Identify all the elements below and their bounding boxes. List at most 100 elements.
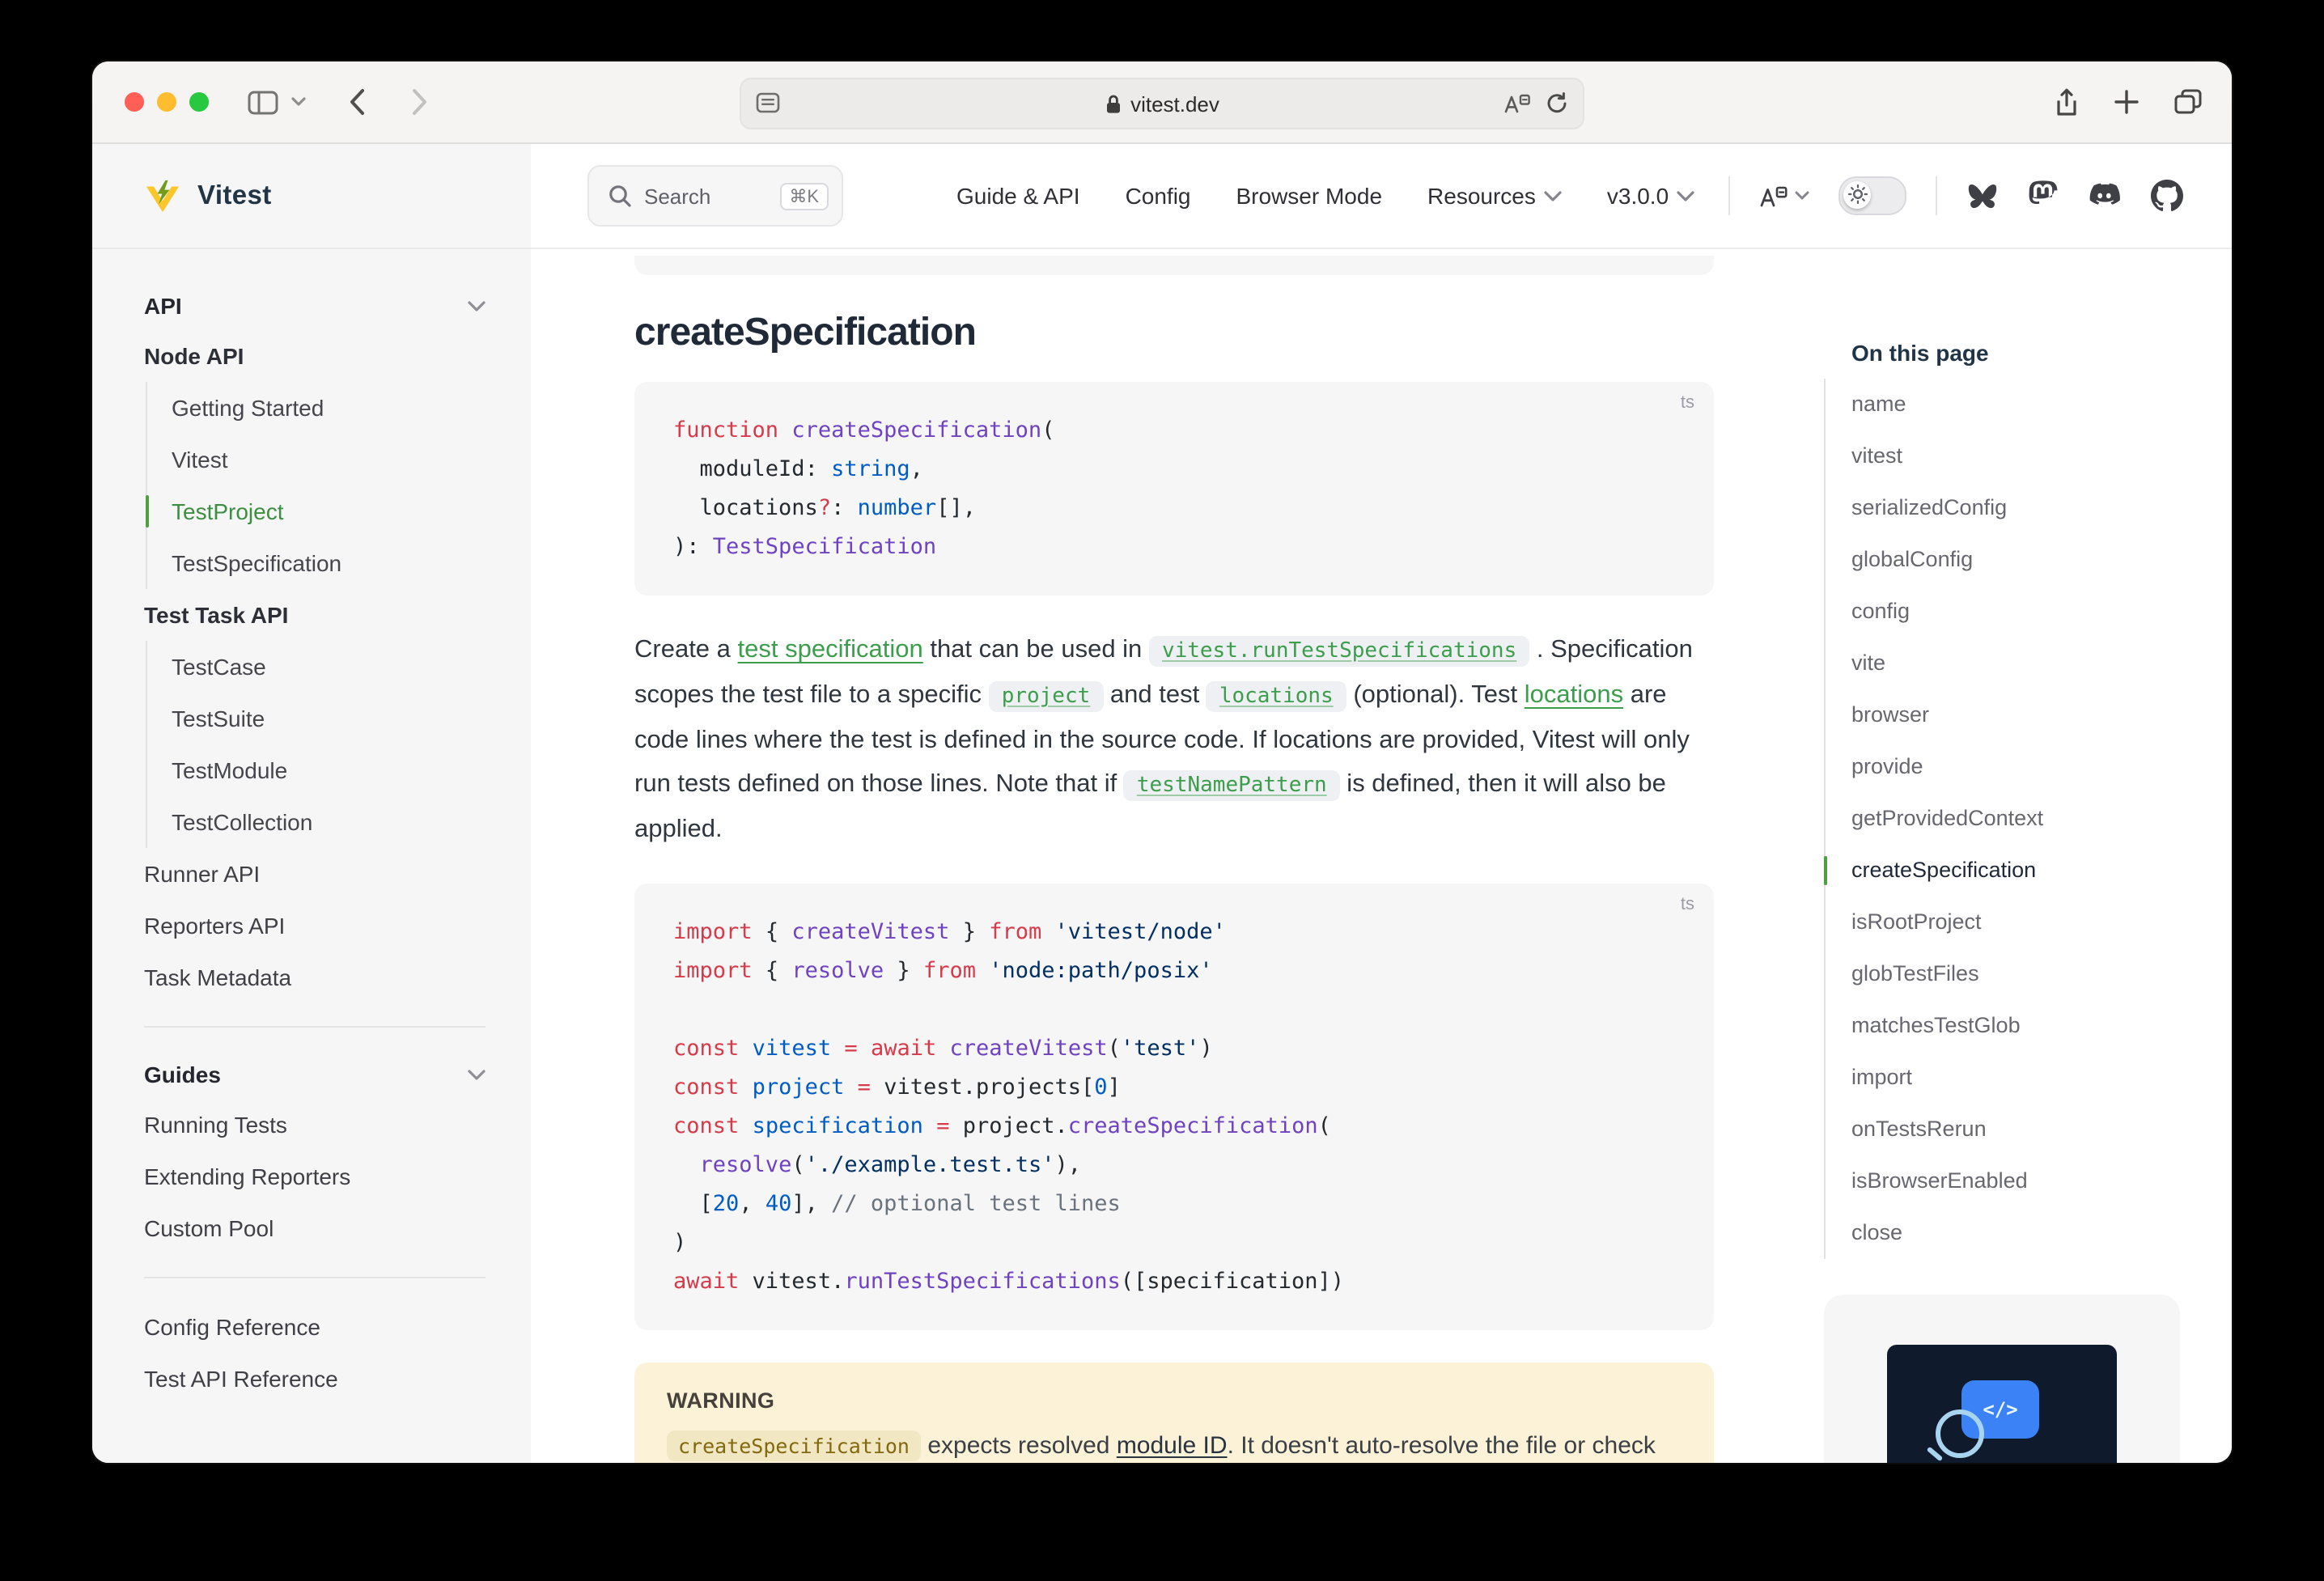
language-menu-button[interactable]: [1759, 184, 1809, 208]
sidebar-menu-chevron[interactable]: [291, 97, 306, 107]
forward-button[interactable]: [411, 87, 429, 117]
new-tab-button[interactable]: [2114, 89, 2140, 115]
sidebar-section-label: API: [144, 293, 182, 319]
sidebar-item-testcollection[interactable]: TestCollection: [172, 796, 486, 848]
sidebar-item-testproject[interactable]: TestProject: [172, 485, 486, 537]
nav-link-resources[interactable]: Resources: [1427, 183, 1562, 209]
sidebar-section-api[interactable]: API: [144, 282, 486, 330]
code-line: const specification = project.createSpec…: [673, 1107, 1675, 1146]
code-lang-label: ts: [1681, 393, 1694, 413]
discord-icon: [2088, 183, 2122, 209]
github-icon: [2151, 180, 2183, 212]
sidebar-toggle-button[interactable]: [248, 90, 278, 114]
sidebar-item-custom-pool[interactable]: Custom Pool: [144, 1202, 486, 1254]
outline-item-browser[interactable]: browser: [1851, 689, 2232, 741]
outline-list: namevitestserializedConfigglobalConfigco…: [1824, 379, 2232, 1259]
sidebar-item-extending-reporters[interactable]: Extending Reporters: [144, 1151, 486, 1202]
outline-item-globalconfig[interactable]: globalConfig: [1851, 534, 2232, 586]
sidebar-item-runner-api[interactable]: Runner API: [144, 848, 486, 900]
outline-item-createspecification[interactable]: createSpecification: [1851, 845, 2232, 896]
sidebar-item-testmodule[interactable]: TestModule: [172, 744, 486, 796]
text-segment: Create a: [634, 636, 738, 663]
sidebar-section-label: Guides: [144, 1062, 221, 1087]
outline-item-name[interactable]: name: [1851, 379, 2232, 430]
outline-item-matchestestglob[interactable]: matchesTestGlob: [1851, 1000, 2232, 1052]
outline-item-config[interactable]: config: [1851, 586, 2232, 638]
sidebar-section-guides[interactable]: Guides: [144, 1050, 486, 1099]
close-window-button[interactable]: [125, 92, 144, 112]
outline-item-globtestfiles[interactable]: globTestFiles: [1851, 948, 2232, 1000]
nav-link-label: Guide & API: [956, 183, 1080, 209]
page-settings-button[interactable]: [756, 92, 780, 113]
github-link[interactable]: [2151, 180, 2183, 212]
sidebar-item-node-api[interactable]: Node API: [144, 330, 486, 382]
discord-link[interactable]: [2088, 183, 2122, 209]
outline-item-vitest[interactable]: vitest: [1851, 430, 2232, 482]
page-title: createSpecification: [634, 311, 1714, 356]
outline-item-isrootproject[interactable]: isRootProject: [1851, 896, 2232, 948]
outline-item-vite[interactable]: vite: [1851, 638, 2232, 689]
back-button[interactable]: [348, 87, 366, 117]
share-button[interactable]: [2054, 87, 2080, 117]
translate-icon: [1503, 92, 1531, 115]
inline-link[interactable]: project: [989, 681, 1104, 712]
outline-item-isbrowserenabled[interactable]: isBrowserEnabled: [1851, 1155, 2232, 1207]
sidebar-item-reporters-api[interactable]: Reporters API: [144, 900, 486, 952]
main-area: Search ⌘K Guide & API Config Browser Mode R…: [531, 144, 2232, 1463]
divider: [1728, 176, 1730, 215]
outline-item-ontestsrerun[interactable]: onTestsRerun: [1851, 1104, 2232, 1155]
sidebar-item-task-metadata[interactable]: Task Metadata: [144, 952, 486, 1003]
search-button[interactable]: Search ⌘K: [587, 165, 843, 227]
inline-link[interactable]: module ID: [1117, 1432, 1228, 1460]
browser-window: vitest.dev: [92, 61, 2232, 1463]
sidebar-item-testcase[interactable]: TestCase: [172, 641, 486, 693]
sidebar-item-test-task-api[interactable]: Test Task API: [144, 589, 486, 641]
inline-link[interactable]: test specification: [738, 636, 923, 663]
outline-item-import[interactable]: import: [1851, 1052, 2232, 1104]
tab-overview-button[interactable]: [2173, 89, 2203, 115]
text-segment: (optional). Test: [1346, 681, 1525, 709]
code-line: ): [673, 1223, 1675, 1262]
bluesky-link[interactable]: [1966, 182, 1999, 210]
sidebar-nav: API Node APIGetting StartedVitestTestProj…: [92, 249, 531, 1453]
code-line: import { resolve } from 'node:path/posix…: [673, 952, 1675, 990]
sidebar-icon: [248, 90, 278, 114]
text-segment: expects resolved: [921, 1432, 1117, 1460]
zoom-window-button[interactable]: [189, 92, 209, 112]
article: createSpecification ts function createSp…: [634, 249, 1714, 1463]
sidebar-item-testspecification[interactable]: TestSpecification: [172, 537, 486, 589]
lock-icon: [1105, 93, 1121, 114]
sponsor-card[interactable]: </>: [1824, 1295, 2180, 1463]
mastodon-link[interactable]: [2028, 180, 2059, 212]
sidebar-item-config-reference[interactable]: Config Reference: [144, 1301, 486, 1353]
inline-link[interactable]: vitest.runTestSpecifications: [1149, 636, 1529, 667]
nav-link-config[interactable]: Config: [1126, 183, 1191, 209]
chevron-down-icon: [468, 1069, 486, 1080]
outline-item-close[interactable]: close: [1851, 1207, 2232, 1259]
inline-link[interactable]: locations: [1525, 681, 1623, 709]
warning-callout: WARNING createSpecification expects reso…: [634, 1363, 1714, 1463]
outline-item-getprovidedcontext[interactable]: getProvidedContext: [1851, 793, 2232, 845]
nav-link-browser-mode[interactable]: Browser Mode: [1236, 183, 1383, 209]
sidebar-item-vitest[interactable]: Vitest: [172, 434, 486, 485]
inline-link[interactable]: testNamePattern: [1124, 770, 1340, 801]
outline-item-provide[interactable]: provide: [1851, 741, 2232, 793]
inline-link[interactable]: locations: [1207, 681, 1346, 712]
translate-button[interactable]: [1503, 92, 1531, 115]
logo[interactable]: Vitest: [92, 144, 531, 249]
outline-item-serializedconfig[interactable]: serializedConfig: [1851, 482, 2232, 534]
mastodon-icon: [2028, 180, 2059, 212]
sidebar-item-testsuite[interactable]: TestSuite: [172, 693, 486, 744]
warning-body: createSpecification expects resolved mod…: [667, 1426, 1682, 1463]
page-content: createSpecification ts function createSp…: [531, 249, 2232, 1463]
theme-toggle[interactable]: [1838, 176, 1906, 215]
nav-link-v3-0-0[interactable]: v3.0.0: [1607, 183, 1694, 209]
sidebar-item-running-tests[interactable]: Running Tests: [144, 1099, 486, 1151]
sidebar-item-getting-started[interactable]: Getting Started: [172, 382, 486, 434]
nav-link-guide-api[interactable]: Guide & API: [956, 183, 1080, 209]
address-bar[interactable]: vitest.dev: [740, 78, 1584, 129]
code-block-example: ts import { createVitest } from 'vitest/…: [634, 884, 1714, 1330]
sidebar-item-test-api-reference[interactable]: Test API Reference: [144, 1353, 486, 1405]
minimize-window-button[interactable]: [157, 92, 176, 112]
reload-button[interactable]: [1546, 92, 1568, 115]
